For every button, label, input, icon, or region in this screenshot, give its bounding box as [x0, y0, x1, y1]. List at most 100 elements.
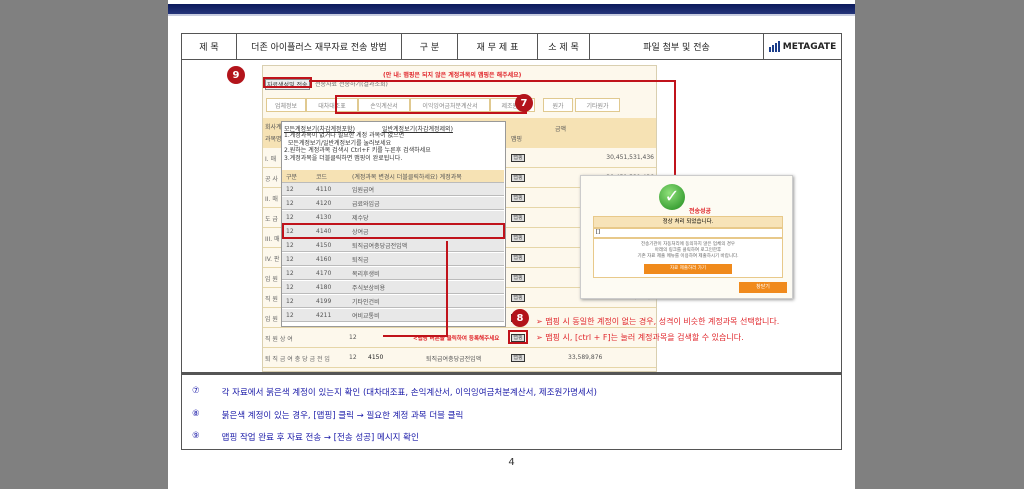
row-label: 임 원: [265, 276, 278, 283]
map-button[interactable]: 맵핑: [511, 294, 525, 302]
tip-text: 맵핑 시, [ctrl + F]는 눌러 계정과목을 검색할 수 있습니다.: [545, 333, 744, 342]
doc-title: 더존 아이플러스 재무자료 전송 방법: [237, 34, 402, 59]
item-name: 여비교통비: [352, 312, 380, 320]
row-label: III. 매: [265, 236, 280, 243]
note-num: ⑨: [192, 431, 200, 441]
note-8: ⑧ 붉은색 계정이 있는 경우, [맵핑] 클릭 → 필요한 계정 과목 더블 클…: [192, 409, 463, 421]
tab-other-cost[interactable]: 기타원가: [575, 98, 620, 112]
connector-line: [674, 80, 676, 175]
account-item[interactable]: 12 4120 급료와임금: [282, 197, 504, 210]
item-type: 12: [286, 297, 294, 305]
note-9: ⑨ 맵핑 작업 완료 후 자료 전송 → [전송 성공] 메시지 확인: [192, 431, 419, 443]
note-text: 붉은색 계정이 있는 경우, [맵핑] 클릭 → 필요한 계정 과목 더블 클릭: [221, 411, 464, 421]
tips: ➢ 맵핑 시 동일한 계정이 없는 경우, 성격이 비슷한 계정과목 선택합니다…: [536, 314, 779, 346]
instruction: 모든계정보기/일반계정보기를 눌러보세요: [284, 139, 392, 147]
item-name: 기타인건비: [352, 298, 380, 306]
col-header: 과목명: [265, 136, 282, 143]
instruction: 1.계정과목이 없거나 필요한 계정 과목이 없으면: [284, 132, 405, 139]
map-button[interactable]: 맵핑: [511, 214, 525, 222]
close-button[interactable]: 창닫기: [739, 282, 787, 293]
map-button[interactable]: 맵핑: [511, 194, 525, 202]
account-item[interactable]: 12 4170 복리후생비: [282, 267, 504, 280]
note-num: ⑧: [192, 409, 200, 419]
item-type: 12: [286, 185, 294, 193]
row-label: 직 원: [265, 296, 278, 303]
row-label: I. 매: [265, 156, 277, 163]
col-header: 회사계: [265, 124, 282, 131]
account-item[interactable]: 12 4160 퇴직금: [282, 253, 504, 266]
item-type: 12: [286, 311, 294, 319]
col-header: (계정과목 변경시 더블클릭하세요) 계정과목: [352, 173, 462, 181]
row-amount: 30,451,531,436: [606, 154, 654, 161]
item-name: 임원급여: [352, 186, 375, 194]
row-code: 12: [349, 334, 357, 341]
notice: (안 내: 맵핑은 되지 않은 계정과목의 맵핑은 해주세요): [383, 72, 522, 79]
row-label: 직 원 상 여: [265, 336, 293, 343]
item-name: 퇴직급여충당금전입액: [352, 242, 408, 250]
col-header: 코드: [316, 173, 328, 181]
logo: METAGATE: [764, 34, 841, 59]
tip-text: 맵핑 시 동일한 계정이 없는 경우, 성격이 비슷한 계정과목 선택합니다.: [545, 317, 780, 326]
category: 재 무 제 표: [458, 34, 538, 59]
title-label: 제 목: [182, 34, 237, 59]
arrow-line: [446, 241, 448, 336]
account-item[interactable]: 12 4110 임원급여: [282, 183, 504, 196]
highlight-selected-account: [282, 223, 505, 239]
popup-instructions: 1.계정과목이 없거나 필요한 계정 과목이 없으면 모든계정보기/일반계정보기…: [284, 132, 431, 162]
content-area: (안 내: 맵핑은 되지 않은 계정과목의 맵핑은 해주세요) 자료생성및 전송…: [181, 60, 842, 373]
item-type: 12: [286, 255, 294, 263]
account-item[interactable]: 12 4150 퇴직급여충당금전입액: [282, 239, 504, 252]
item-code: 4160: [316, 255, 332, 263]
row-label: 공 사: [265, 176, 278, 183]
item-name: 급료와임금: [352, 200, 380, 208]
item-name: 퇴직금: [352, 256, 369, 264]
map-button[interactable]: 맵핑: [511, 274, 525, 282]
row-amount: 33,589,876: [568, 354, 603, 361]
map-button[interactable]: 맵핑: [511, 234, 525, 242]
dialog-input[interactable]: []: [593, 228, 783, 238]
map-button[interactable]: 맵핑: [511, 354, 525, 362]
highlight-send: [263, 77, 312, 88]
popup-header: 구분 코드 (계정과목 변경시 더블클릭하세요) 계정과목: [282, 170, 504, 183]
item-code: 4199: [316, 297, 332, 305]
tab-cost[interactable]: 원가: [543, 98, 573, 112]
item-type: 12: [286, 213, 294, 221]
subtitle-label: 소 제 목: [538, 34, 590, 59]
account-item[interactable]: 12 4211 여비교통비: [282, 309, 504, 322]
row-acct-name: 퇴직급여충당금전입액: [426, 356, 482, 363]
logo-text: METAGATE: [782, 41, 837, 52]
map-button[interactable]: 맵핑: [511, 174, 525, 182]
tab-company[interactable]: 업체정보: [266, 98, 306, 112]
account-item[interactable]: 12 4199 기타인건비: [282, 295, 504, 308]
connector-line: [309, 80, 675, 82]
col-header: 구분: [286, 173, 298, 181]
page-number: 4: [508, 457, 515, 468]
dialog-title: 전송성공: [689, 208, 712, 215]
item-code: 4130: [316, 213, 332, 221]
item-name: 제수당: [352, 214, 369, 222]
tip-1: ➢ 맵핑 시 동일한 계정이 없는 경우, 성격이 비슷한 계정과목 선택합니다…: [536, 317, 780, 326]
map-button[interactable]: 맵핑: [511, 254, 525, 262]
success-dialog: ✓ 전송성공 정상 처리 되었습니다. [] 전송기관이 자동처리에 동의하지 …: [580, 175, 793, 299]
submit-link-button[interactable]: 자료 제출하러 가기: [644, 264, 732, 274]
subtitle: 파일 첨부 및 전송: [590, 34, 764, 59]
category-label: 구 분: [402, 34, 458, 59]
item-type: 12: [286, 283, 294, 291]
top-banner: [168, 4, 855, 16]
header-table: 제 목 더존 아이플러스 재무자료 전송 방법 구 분 재 무 제 표 소 제 …: [181, 33, 842, 60]
item-code: 4150: [316, 241, 332, 249]
item-name: 복리후생비: [352, 270, 380, 278]
note-text: 맵핑 작업 완료 후 자료 전송 → [전송 성공] 메시지 확인: [221, 433, 419, 443]
table-row-retire: 퇴 직 금 여 충 당 금 전 입 12 4150 퇴직급여충당금전입액 맵핑 …: [263, 348, 656, 368]
item-type: 12: [286, 241, 294, 249]
row-acct: 4150: [368, 354, 384, 361]
step-badge-9: 9: [227, 66, 245, 84]
map-button[interactable]: 맵핑: [511, 154, 525, 162]
account-item[interactable]: 12 4180 주식보상비용: [282, 281, 504, 294]
row-label: 임 원: [265, 316, 278, 323]
logo-bars-icon: [768, 41, 780, 52]
highlight-tabs: [335, 95, 527, 114]
note-num: ⑦: [192, 386, 200, 396]
instruction: 2.원하는 계정과목 검색시 Ctrl+F 키를 누른후 검색하세요: [284, 147, 431, 154]
row-label: II. 매: [265, 196, 278, 203]
